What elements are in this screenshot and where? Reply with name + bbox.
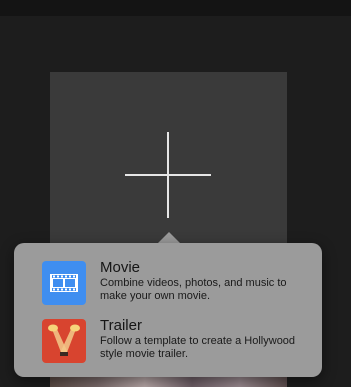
menu-item-title: Trailer [100, 317, 142, 334]
new-project-tile[interactable] [50, 72, 287, 247]
menu-item-title: Movie [100, 259, 141, 276]
plus-icon [125, 132, 211, 218]
menu-item-description: Follow a template to create a Hollywood … [100, 335, 296, 360]
menu-item-trailer[interactable]: Trailer Follow a template to create a Ho… [20, 313, 316, 369]
menu-item-movie[interactable]: Movie Combine videos, photos, and music … [20, 255, 316, 311]
film-strip-icon [42, 261, 86, 305]
toolbar-edge [0, 0, 351, 16]
new-project-popover: Movie Combine videos, photos, and music … [14, 243, 322, 377]
spotlights-icon [42, 319, 86, 363]
menu-item-description: Combine videos, photos, and music to mak… [100, 277, 287, 302]
imovie-projects-view: Movie Combine videos, photos, and music … [0, 0, 351, 387]
